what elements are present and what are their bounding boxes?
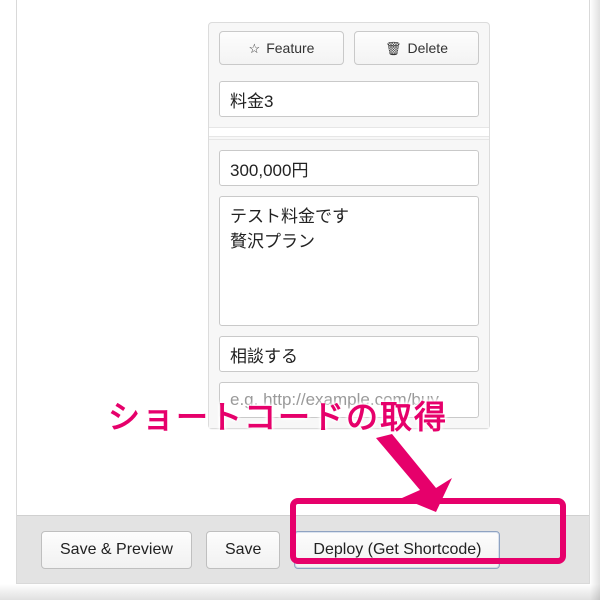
trash-icon: 🗑	[385, 42, 402, 55]
plan-title-input[interactable]	[219, 81, 479, 117]
cta-url-input[interactable]	[219, 382, 479, 418]
cta-text-input[interactable]	[219, 336, 479, 372]
feature-button[interactable]: ☆ Feature	[219, 31, 344, 65]
star-icon: ☆	[249, 42, 261, 55]
description-textarea[interactable]	[219, 196, 479, 326]
save-preview-button[interactable]: Save & Preview	[41, 531, 192, 569]
save-button[interactable]: Save	[206, 531, 280, 569]
card-body	[209, 139, 489, 428]
card-button-row: ☆ Feature 🗑 Delete	[209, 23, 489, 73]
deploy-button[interactable]: Deploy (Get Shortcode)	[294, 531, 500, 569]
decorative-shadow	[590, 0, 600, 600]
footer-bar: Save & Preview Save Deploy (Get Shortcod…	[17, 515, 589, 583]
separator	[209, 127, 489, 137]
decorative-shadow	[0, 584, 600, 600]
delete-label: Delete	[408, 40, 448, 56]
delete-button[interactable]: 🗑 Delete	[354, 31, 479, 65]
screenshot-root: ☆ Feature 🗑 Delete Save & Preview Save D…	[0, 0, 600, 600]
pricing-card: ☆ Feature 🗑 Delete	[208, 22, 490, 429]
price-input[interactable]	[219, 150, 479, 186]
title-row	[209, 73, 489, 125]
feature-label: Feature	[266, 40, 314, 56]
